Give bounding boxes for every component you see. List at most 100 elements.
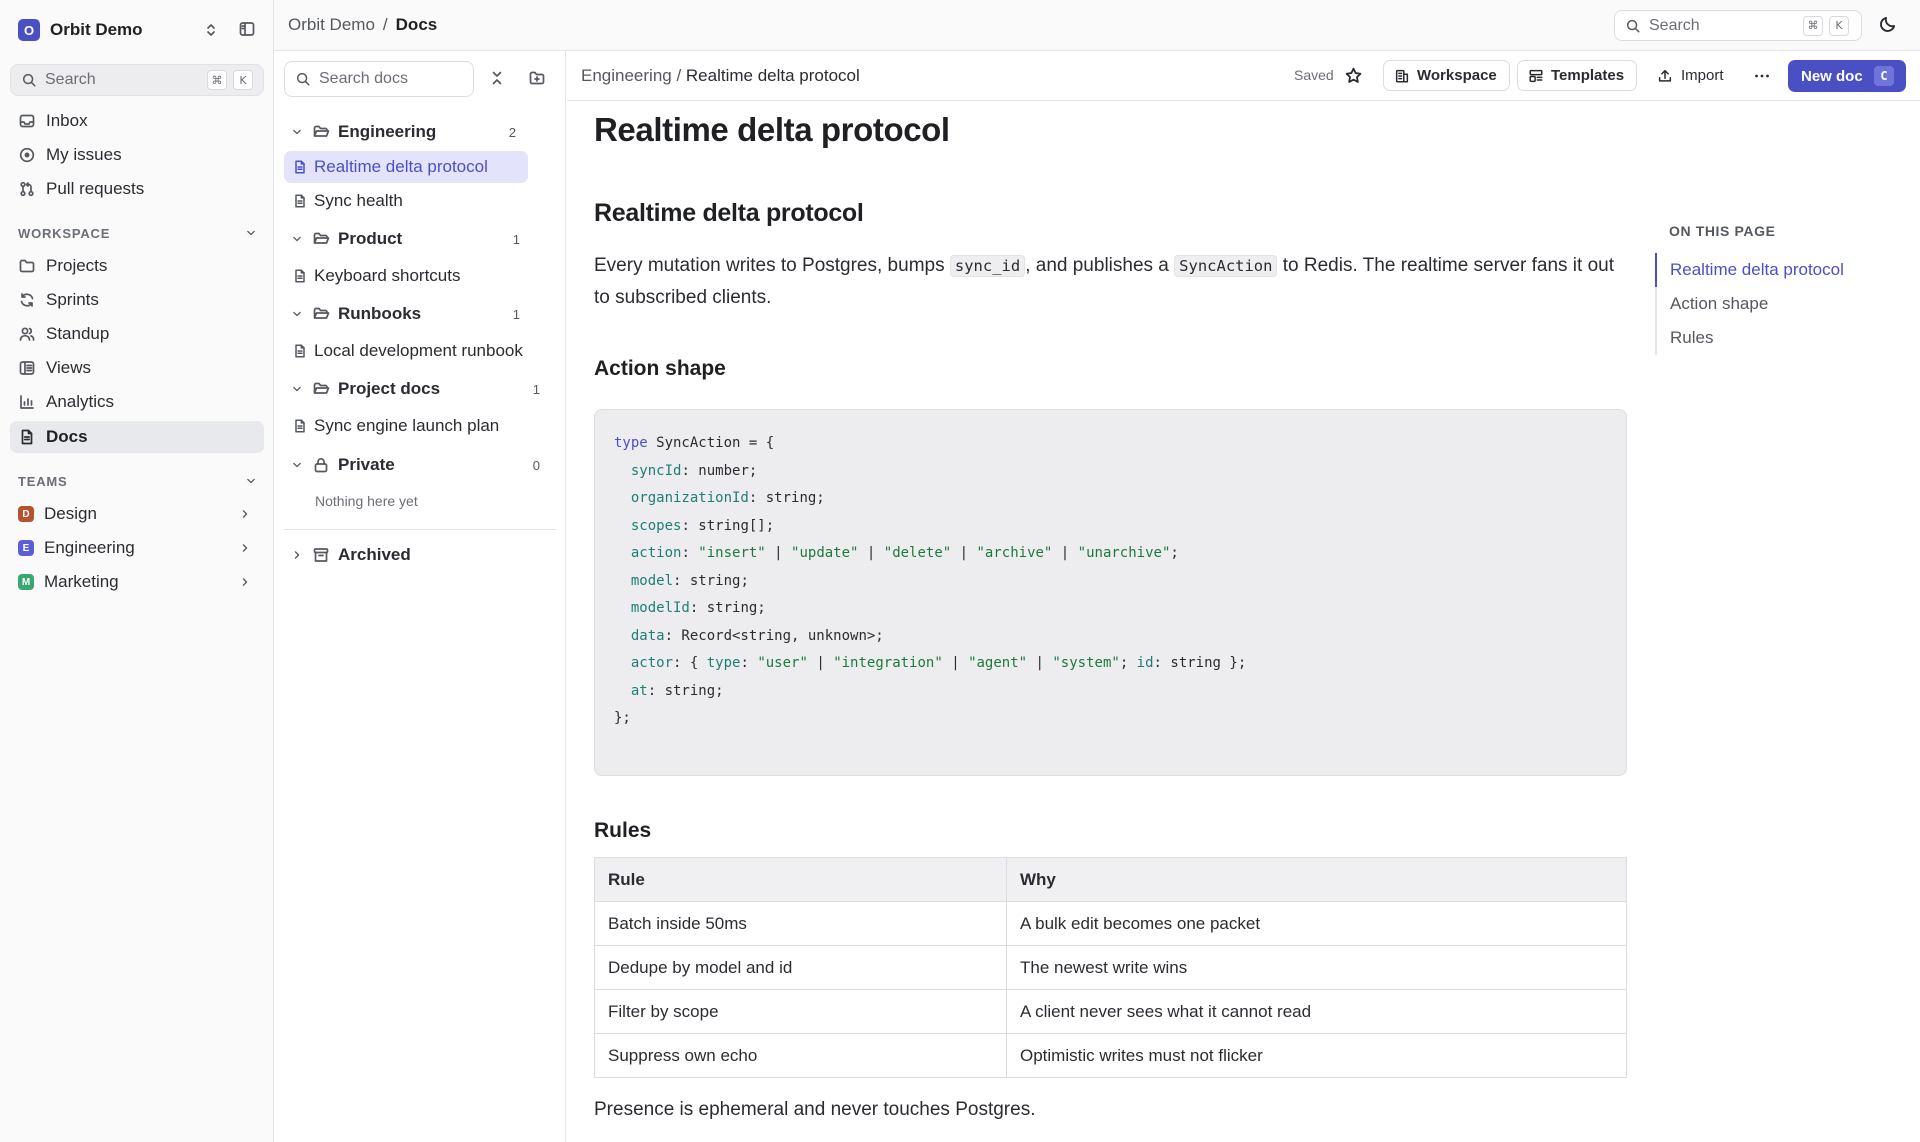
docs-search-input[interactable]: Search docs: [284, 61, 474, 97]
intro-text: Every mutation writes to Postgres, bumps: [594, 255, 950, 276]
new-doc-shortcut: C: [1874, 66, 1894, 86]
workspace-button[interactable]: Workspace: [1383, 60, 1510, 91]
table-cell: A bulk edit becomes one packet: [1006, 901, 1627, 946]
import-button[interactable]: Import: [1657, 60, 1724, 91]
sidebar-item-standup[interactable]: Standup: [10, 318, 264, 350]
doc-name: Sync health: [314, 191, 403, 210]
folder-name: Project docs: [338, 379, 441, 398]
chevron-down-icon: [244, 474, 258, 488]
folder-runbooks[interactable]: Runbooks 1: [284, 300, 520, 328]
chevron-down-icon: [290, 382, 304, 396]
code-line: model: string;: [630, 572, 749, 589]
folder-name: Private: [338, 455, 395, 474]
issue-icon: [18, 146, 36, 164]
folder-engineering[interactable]: Engineering 2: [284, 118, 516, 146]
doc-item-realtime-delta-protocol[interactable]: Realtime delta protocol: [284, 151, 528, 183]
archive-icon: [312, 546, 330, 564]
doc-icon: [292, 159, 308, 175]
rules-table: Rule Why Batch inside 50ms A bulk edit b…: [594, 857, 1627, 1078]
toc-item-rules[interactable]: Rules: [1657, 321, 1875, 355]
top-bar: Orbit Demo / Docs Search ⌘ K: [274, 0, 1920, 51]
folder-count: 2: [508, 124, 516, 140]
doc-title[interactable]: Realtime delta protocol: [594, 111, 950, 149]
views-icon: [18, 359, 36, 377]
folder-private[interactable]: Private 0: [284, 451, 540, 479]
doc-icon: [18, 428, 36, 446]
team-item-marketing[interactable]: M Marketing: [10, 566, 264, 598]
sidebar-toggle-icon[interactable]: [238, 20, 256, 38]
doc-icon: [292, 418, 308, 434]
sidebar-item-docs[interactable]: Docs: [10, 421, 264, 453]
collapse-all-icon[interactable]: [488, 69, 506, 87]
document-area: Engineering / Realtime delta protocol Sa…: [567, 51, 1920, 1142]
workspace-section-header[interactable]: WORKSPACE: [18, 223, 258, 243]
doc-breadcrumb-parent[interactable]: Engineering /: [581, 66, 686, 85]
workspace-logo: O: [18, 19, 40, 41]
team-badge: D: [18, 506, 34, 522]
teams-section-header[interactable]: TEAMS: [18, 471, 258, 491]
table-cell: Batch inside 50ms: [594, 901, 1007, 946]
on-this-page-list: Realtime delta protocol Action shape Rul…: [1655, 253, 1875, 355]
breadcrumb-workspace[interactable]: Orbit Demo: [288, 15, 375, 35]
breadcrumb-separator: /: [382, 15, 388, 34]
sidebar-item-pull-requests[interactable]: Pull requests: [10, 173, 264, 205]
new-doc-button[interactable]: New doc C: [1788, 60, 1906, 92]
more-options-icon[interactable]: [1753, 67, 1771, 85]
table-cell: The newest write wins: [1006, 945, 1627, 990]
app-sidebar: O Orbit Demo Search ⌘ K Inbox My issues …: [0, 0, 274, 1142]
workspace-name: Orbit Demo: [50, 20, 143, 39]
docs-search-placeholder: Search docs: [319, 70, 408, 87]
folder-product[interactable]: Product 1: [284, 225, 520, 253]
table-row: Batch inside 50ms A bulk edit becomes on…: [594, 901, 1627, 946]
templates-button[interactable]: Templates: [1517, 60, 1638, 91]
global-search-input[interactable]: Search ⌘ K: [1614, 10, 1862, 41]
search-icon: [295, 71, 311, 87]
chevron-down-icon: [244, 226, 258, 240]
team-label: Engineering: [44, 538, 135, 557]
footer-paragraph: Presence is ephemeral and never touches …: [594, 1099, 1036, 1120]
doc-item-local-development-runbook[interactable]: Local development runbook: [284, 335, 530, 367]
chevron-down-icon: [290, 307, 304, 321]
sidebar-item-views[interactable]: Views: [10, 352, 264, 384]
doc-item-sync-health[interactable]: Sync health: [284, 185, 530, 217]
shortcut-key-cmd: ⌘: [1803, 15, 1823, 36]
team-item-engineering[interactable]: E Engineering: [10, 532, 264, 564]
workspace-section-title: WORKSPACE: [18, 225, 111, 241]
toc-item-realtime-delta-protocol[interactable]: Realtime delta protocol: [1655, 253, 1875, 287]
sidebar-item-sprints[interactable]: Sprints: [10, 284, 264, 316]
workspace-switch-icon[interactable]: [202, 21, 220, 39]
save-status: Saved: [1294, 67, 1334, 83]
code-line: data: Record<string, unknown>;: [630, 627, 884, 644]
folder-open-icon: [312, 230, 330, 248]
folder-archived[interactable]: Archived: [284, 541, 516, 569]
new-folder-icon[interactable]: [528, 69, 546, 87]
folder-count: 1: [512, 231, 520, 247]
doc-item-sync-engine-launch-plan[interactable]: Sync engine launch plan: [284, 410, 530, 442]
workspace-header[interactable]: O Orbit Demo: [18, 17, 258, 43]
code-line: action: "insert" | "update" | "delete" |…: [630, 545, 1179, 561]
import-button-label: Import: [1681, 67, 1724, 84]
chevron-down-icon: [290, 458, 304, 472]
code-line: at: string;: [630, 682, 724, 699]
toc-item-action-shape[interactable]: Action shape: [1657, 287, 1875, 321]
code-line: };: [614, 710, 631, 726]
breadcrumb-current: Docs: [395, 15, 438, 34]
folder-project-docs[interactable]: Project docs 1: [284, 375, 540, 403]
folder-count: 1: [512, 306, 520, 322]
doc-name: Sync engine launch plan: [314, 416, 500, 435]
moon-icon[interactable]: [1878, 14, 1898, 34]
star-icon[interactable]: [1344, 66, 1363, 85]
sidebar-item-projects[interactable]: Projects: [10, 250, 264, 282]
doc-item-keyboard-shortcuts[interactable]: Keyboard shortcuts: [284, 260, 530, 292]
sidebar-item-my-issues[interactable]: My issues: [10, 139, 264, 171]
doc-icon: [292, 268, 308, 284]
team-label: Marketing: [44, 572, 119, 591]
table-header-row: Rule Why: [594, 857, 1627, 902]
sidebar-search-input[interactable]: Search ⌘ K: [10, 64, 264, 96]
folder-open-icon: [312, 123, 330, 141]
team-item-design[interactable]: D Design: [10, 498, 264, 530]
sidebar-item-label: Pull requests: [46, 179, 145, 198]
sidebar-item-inbox[interactable]: Inbox: [10, 105, 264, 137]
doc-name: Keyboard shortcuts: [314, 266, 461, 285]
sidebar-item-analytics[interactable]: Analytics: [10, 386, 264, 418]
